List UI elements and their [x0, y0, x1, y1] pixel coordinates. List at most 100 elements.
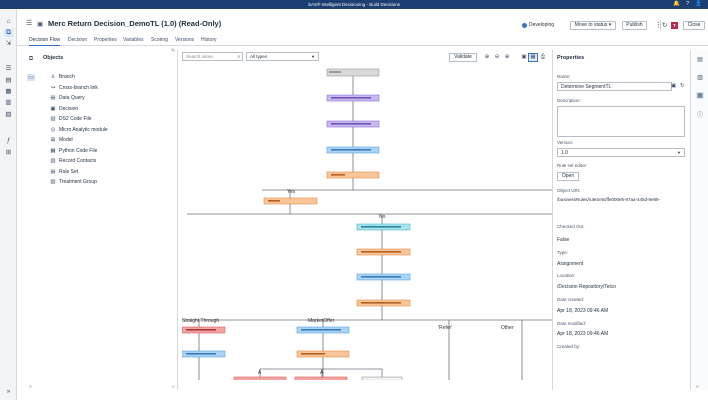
move-to-status-label: Move to status	[574, 22, 608, 28]
flow-node-red-2[interactable]	[233, 376, 287, 380]
refresh-icon[interactable]: ↻	[662, 21, 667, 29]
help-icon[interactable]: ?	[686, 1, 689, 8]
expand-icon[interactable]: »	[4, 388, 13, 396]
zoom-out-icon[interactable]: ⊖	[493, 54, 501, 61]
home-icon[interactable]: ⌂	[4, 18, 13, 26]
object-label: DS2 Code File	[59, 116, 92, 122]
flow-node-start[interactable]	[326, 68, 380, 77]
description-label: Description:	[557, 98, 581, 103]
name-label: Name:	[557, 74, 571, 79]
object-item-treatment-group[interactable]: ▨ Treatment Group	[50, 178, 97, 186]
name-field[interactable]: Determine SegmentTL	[557, 82, 672, 91]
info-panel-icon[interactable]: ⓘ	[696, 110, 704, 119]
flow-node-orange-3[interactable]	[356, 299, 411, 307]
tab-scoring[interactable]: Scoring	[151, 37, 168, 45]
object-item-model[interactable]: ⊞ Model	[50, 136, 73, 144]
models-icon[interactable]: ▤	[4, 77, 13, 85]
object-item-micro-analytic-module[interactable]: ◎ Micro Analytic module	[50, 126, 108, 134]
flow-label-straight-through: Straight Through	[182, 318, 219, 324]
object-item-branch[interactable]: ⅄ Branch	[50, 73, 75, 81]
status-indicator: Developing	[522, 22, 554, 28]
objects-panel-icon[interactable]: ⧉	[27, 56, 35, 63]
code-files-icon[interactable]: ▥	[4, 99, 13, 107]
zoom-to-fit-icon[interactable]: ⊕	[483, 54, 491, 61]
flow-node-red-3[interactable]	[294, 376, 348, 380]
subdecisions-icon[interactable]: ▭	[27, 74, 35, 81]
move-to-status-button[interactable]: Move to status ▾	[570, 21, 616, 30]
tab-decision-flow[interactable]: Decision Flow	[29, 37, 61, 46]
lookup-tables-icon[interactable]: ▦	[4, 88, 13, 96]
flow-diagram: Yes No Straight Through MarketOffer 'Ref…	[182, 68, 552, 380]
object-uri-label: Object URI:	[557, 188, 581, 193]
flow-node-red-1[interactable]	[182, 326, 226, 334]
tab-decision[interactable]: Decision	[68, 37, 87, 45]
publish-button[interactable]: Publish	[622, 21, 647, 30]
flow-node-orange-4[interactable]	[296, 350, 350, 358]
flow-node-blue-1[interactable]	[326, 146, 380, 154]
open-button[interactable]: Open	[557, 172, 579, 181]
tab-properties[interactable]: Properties	[94, 37, 117, 45]
object-label: Model	[59, 137, 73, 143]
right-side-strip: ▤ ▥ ▦ ⓘ	[690, 50, 708, 390]
tab-versions[interactable]: Versions	[175, 37, 194, 45]
treatments-icon[interactable]: ▧	[4, 111, 13, 119]
object-item-ds2-code-file[interactable]: ▥ DS2 Code File	[50, 115, 92, 123]
close-button[interactable]: Close	[683, 21, 705, 30]
refresh-icon[interactable]: ↻	[680, 83, 685, 89]
expand-panel-icon[interactable]: »	[29, 384, 32, 390]
build-decisions-icon[interactable]: ⧉	[4, 29, 13, 37]
tab-variables[interactable]: Variables	[123, 37, 143, 45]
user-icon[interactable]: 👤	[695, 1, 702, 8]
grid-view-icon[interactable]: ▦	[528, 53, 538, 62]
flow-label-yes: Yes	[287, 189, 296, 195]
flow-node-blue-4[interactable]	[182, 350, 226, 358]
created-by-label: Created by:	[557, 344, 581, 349]
expand-canvas-icon[interactable]: «	[172, 384, 175, 390]
type-filter-select[interactable]: All types ▼	[246, 52, 319, 61]
details-panel-icon[interactable]: ▦	[696, 92, 704, 99]
flow-node-orange-branch-2[interactable]	[263, 197, 318, 205]
object-item-rule-set[interactable]: ▤ Rule Set	[50, 168, 78, 176]
decision-icon: ▣	[37, 21, 44, 28]
flow-node-orange-branch-1[interactable]	[326, 171, 380, 179]
object-item-data-query[interactable]: ▤ Data Query	[50, 94, 84, 102]
left-nav: ⌂ ⧉ ⇲ ☰ ▤ ▦ ▥ ▧ ƒ ⊞ »	[0, 9, 17, 400]
tab-history[interactable]: History	[201, 37, 217, 45]
validate-button[interactable]: Validate	[449, 53, 477, 62]
description-field[interactable]	[557, 106, 685, 137]
bell-icon[interactable]: 🔔	[673, 1, 680, 8]
canvas-toolbar: Search name ⌕ All types ▼ Validate ⊕ ⊖ ⊕…	[182, 52, 552, 62]
properties-panel-icon[interactable]: ▤	[696, 56, 704, 63]
publish-icon[interactable]: ƒ	[4, 137, 13, 145]
flow-node-orange-2[interactable]	[356, 248, 411, 256]
flow-node-blue-2[interactable]	[356, 273, 411, 281]
data-icon[interactable]: ☰	[4, 65, 13, 73]
flow-view-icon[interactable]: ▣	[520, 54, 528, 61]
code-file-icon: ▥	[50, 116, 56, 122]
flow-node-gray-2[interactable]	[361, 376, 403, 380]
manage-rules-icon[interactable]: ⇲	[4, 40, 13, 48]
zoom-in-icon[interactable]: ⊕	[503, 54, 511, 61]
model-icon: ⊞	[50, 137, 56, 143]
flow-node-purple-2[interactable]	[326, 120, 380, 128]
collapse-canvas-icon[interactable]: »	[172, 48, 175, 54]
flow-node-purple-1[interactable]	[326, 94, 380, 102]
variables-panel-icon[interactable]: ▥	[696, 74, 704, 81]
open-object-icon[interactable]: ▣	[671, 83, 676, 89]
menu-icon[interactable]: ☰	[26, 19, 32, 27]
chevron-down-icon: ▼	[677, 150, 681, 155]
version-select[interactable]: 1.0 ▼	[557, 148, 685, 157]
object-item-cross-branch-link[interactable]: ↪ Cross-branch link	[50, 84, 98, 92]
object-item-python-code-file[interactable]: ▦ Python Code File	[50, 147, 97, 155]
scenarios-icon[interactable]: ⊞	[4, 149, 13, 157]
object-item-decision[interactable]: ▣ Decision	[50, 105, 78, 113]
name-value: Determine SegmentTL	[561, 84, 612, 90]
decision-flow-canvas[interactable]: Yes No Straight Through MarketOffer 'Ref…	[182, 64, 552, 380]
print-icon[interactable]: ⎙	[539, 54, 547, 61]
collapse-right-icon[interactable]: «	[696, 384, 699, 390]
flow-node-blue-3[interactable]	[296, 326, 350, 334]
flow-label-refer: 'Refer'	[438, 325, 452, 331]
flow-node-teal-1[interactable]	[356, 223, 411, 231]
search-input[interactable]: Search name ⌕	[182, 52, 243, 61]
object-item-record-contacts[interactable]: ▧ Record Contacts	[50, 157, 96, 165]
